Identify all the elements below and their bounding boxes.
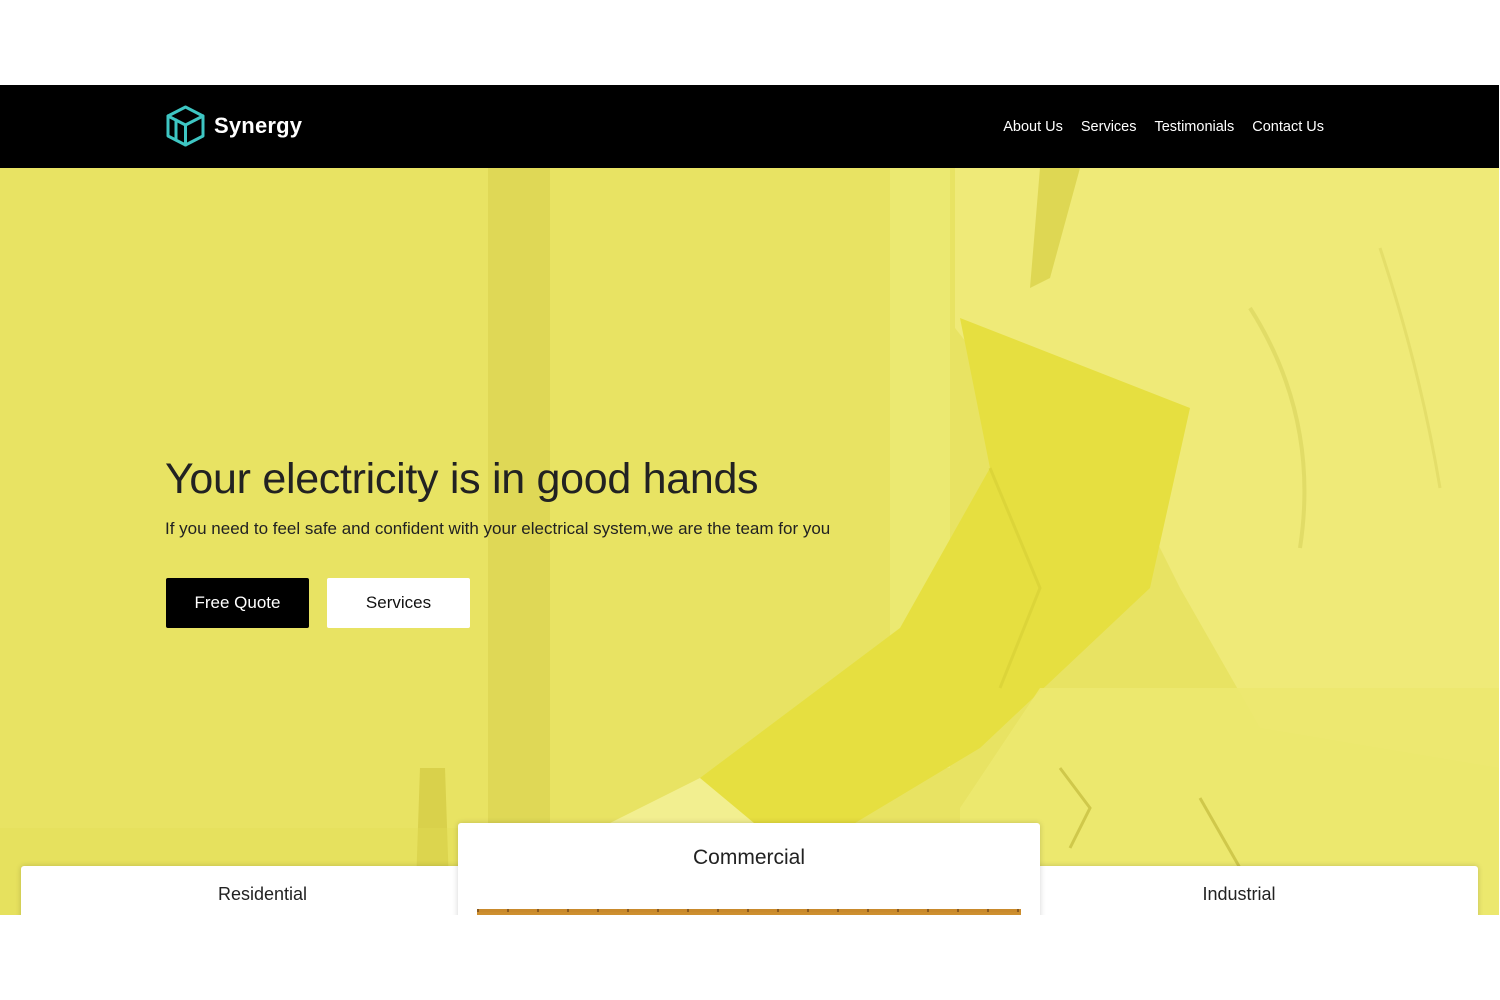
free-quote-button[interactable]: Free Quote: [166, 578, 309, 628]
brand-logo[interactable]: Synergy: [165, 104, 302, 148]
card-industrial[interactable]: Industrial: [1000, 866, 1478, 915]
nav-link-testimonials[interactable]: Testimonials: [1154, 119, 1234, 135]
nav-link-services[interactable]: Services: [1081, 119, 1137, 135]
services-button[interactable]: Services: [327, 578, 470, 628]
top-navbar: Synergy About Us Services Testimonials C…: [0, 85, 1499, 168]
browser-viewport: Synergy About Us Services Testimonials C…: [0, 85, 1499, 915]
hero-subtitle: If you need to feel safe and confident w…: [165, 519, 831, 538]
main-nav: About Us Services Testimonials Contact U…: [1003, 119, 1324, 135]
cube-logo-icon: [165, 105, 206, 147]
card-title-commercial: Commercial: [692, 846, 805, 869]
hero-section: Your electricity is in good hands If you…: [0, 168, 1499, 915]
hero-title: Your electricity is in good hands: [165, 455, 759, 503]
card-image-commercial: [477, 909, 1021, 915]
card-title-industrial: Industrial: [1202, 884, 1276, 904]
hero-background-photo: [0, 168, 1499, 915]
card-residential[interactable]: Residential: [21, 866, 504, 915]
card-title-residential: Residential: [217, 884, 308, 904]
brand-name: Synergy: [214, 113, 303, 138]
nav-link-about[interactable]: About Us: [1003, 119, 1063, 135]
card-commercial[interactable]: Commercial: [458, 823, 1040, 915]
nav-link-contact[interactable]: Contact Us: [1252, 119, 1324, 135]
